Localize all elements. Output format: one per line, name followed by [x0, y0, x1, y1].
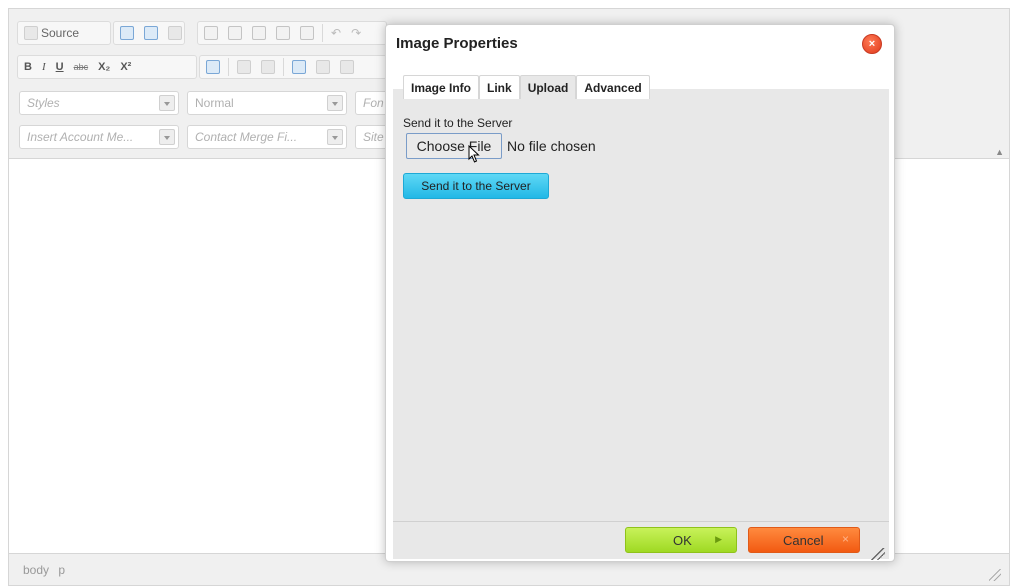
underline-icon: U	[55, 61, 64, 73]
copy-button[interactable]	[226, 23, 244, 43]
mouse-cursor-icon	[468, 145, 480, 163]
close-icon[interactable]: ×	[862, 34, 882, 54]
format-combo-label: Normal	[195, 96, 234, 110]
templates-button[interactable]	[166, 23, 184, 43]
superscript-icon: X²	[120, 61, 132, 73]
underline-button[interactable]: U	[54, 57, 66, 77]
preview-button[interactable]	[118, 23, 136, 43]
path-item-body[interactable]: body	[23, 563, 49, 577]
cut-icon	[204, 26, 218, 40]
italic-icon: I	[41, 61, 46, 73]
document-group	[113, 21, 185, 45]
source-group: Source	[17, 21, 111, 45]
align-right-button[interactable]	[338, 57, 356, 77]
align-left-button[interactable]	[290, 57, 308, 77]
choose-file-button[interactable]: Choose File	[406, 133, 502, 159]
styles-combo[interactable]: Styles	[19, 91, 179, 115]
paste-text-button[interactable]	[274, 23, 292, 43]
insert-account-combo[interactable]: Insert Account Me...	[19, 125, 179, 149]
send-to-server-button[interactable]: Send it to the Server	[403, 173, 549, 199]
remove-format-button[interactable]	[204, 57, 222, 77]
dialog-tabs: Image Info Link Upload Advanced	[403, 75, 650, 99]
bold-button[interactable]: B	[22, 57, 34, 77]
preview-icon	[120, 26, 134, 40]
ok-button-label: OK	[673, 533, 692, 548]
image-properties-dialog: Image Properties × Send it to the Server…	[385, 24, 895, 562]
undo-icon: ↶	[331, 26, 342, 40]
format-combo[interactable]: Normal	[187, 91, 347, 115]
file-status-text: No file chosen	[507, 138, 596, 154]
superscript-button[interactable]: X²	[118, 57, 133, 77]
tab-upload[interactable]: Upload	[519, 75, 577, 99]
undo-button[interactable]: ↶	[329, 23, 343, 43]
toolbar-separator	[283, 58, 284, 76]
dialog-resize-grip-icon[interactable]	[871, 548, 885, 560]
dialog-title: Image Properties	[396, 35, 518, 52]
source-icon	[24, 26, 38, 40]
print-icon	[144, 26, 158, 40]
styles-combo-label: Styles	[27, 96, 60, 110]
path-item-p[interactable]: p	[58, 563, 65, 577]
paste-word-icon	[300, 26, 314, 40]
chevron-down-icon	[327, 95, 343, 111]
print-button[interactable]	[142, 23, 160, 43]
contact-merge-combo[interactable]: Contact Merge Fi...	[187, 125, 347, 149]
ok-button[interactable]: OK ▶	[625, 527, 737, 553]
strike-icon: abc	[73, 62, 89, 72]
basic-styles-group: B I U abc X₂ X²	[17, 55, 197, 79]
align-center-icon	[316, 60, 330, 74]
cancel-button-label: Cancel	[783, 533, 824, 548]
source-label: Source	[41, 26, 80, 40]
cut-button[interactable]	[202, 23, 220, 43]
site-combo-label: Site	[363, 130, 384, 144]
dialog-footer: OK ▶ Cancel ×	[393, 521, 889, 559]
strike-button[interactable]: abc	[72, 57, 91, 77]
chevron-down-icon	[159, 95, 175, 111]
cancel-button[interactable]: Cancel ×	[748, 527, 860, 553]
font-combo-label: Fon	[363, 96, 384, 110]
file-input[interactable]: Choose File No file chosen	[406, 133, 596, 159]
italic-button[interactable]: I	[40, 57, 48, 77]
align-right-icon	[340, 60, 354, 74]
collapse-toolbar-icon[interactable]: ▲	[995, 147, 1004, 157]
chevron-down-icon	[159, 129, 175, 145]
paragraph-group	[199, 55, 387, 79]
align-center-button[interactable]	[314, 57, 332, 77]
resize-grip-icon[interactable]	[989, 569, 1001, 581]
numbered-list-icon	[237, 60, 251, 74]
paste-button[interactable]	[250, 23, 268, 43]
bulleted-list-button[interactable]	[259, 57, 277, 77]
tab-advanced[interactable]: Advanced	[576, 75, 650, 99]
paste-word-button[interactable]	[298, 23, 316, 43]
dialog-body: Send it to the Server Choose File No fil…	[393, 89, 889, 521]
close-x-icon: ×	[841, 532, 849, 546]
toolbar-separator	[228, 58, 229, 76]
redo-icon: ↷	[351, 26, 362, 40]
tab-image-info[interactable]: Image Info	[403, 75, 480, 99]
copy-icon	[228, 26, 242, 40]
paste-icon	[252, 26, 266, 40]
insert-account-combo-label: Insert Account Me...	[27, 130, 134, 144]
subscript-icon: X₂	[98, 61, 111, 73]
tab-link[interactable]: Link	[479, 75, 520, 99]
eraser-icon	[206, 60, 220, 74]
contact-merge-combo-label: Contact Merge Fi...	[195, 130, 298, 144]
chevron-down-icon	[327, 129, 343, 145]
upload-field-label: Send it to the Server	[403, 116, 513, 130]
bulleted-list-icon	[261, 60, 275, 74]
templates-icon	[168, 26, 182, 40]
clipboard-group: ↶ ↷	[197, 21, 387, 45]
redo-button[interactable]: ↷	[349, 23, 363, 43]
source-button[interactable]: Source	[22, 23, 81, 43]
arrow-right-icon: ▶	[715, 534, 722, 544]
paste-text-icon	[276, 26, 290, 40]
bold-icon: B	[24, 61, 32, 73]
subscript-button[interactable]: X₂	[96, 57, 112, 77]
align-left-icon	[292, 60, 306, 74]
toolbar-separator	[322, 24, 323, 42]
numbered-list-button[interactable]	[235, 57, 253, 77]
